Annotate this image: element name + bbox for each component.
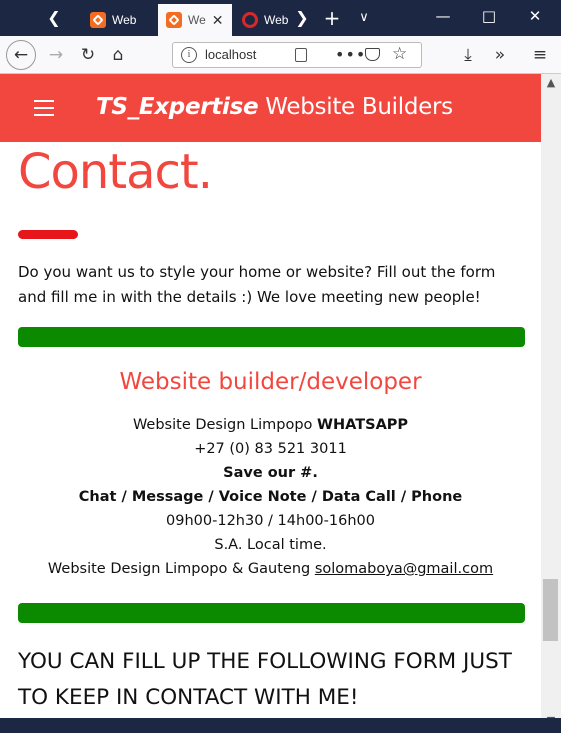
- whatsapp-label: Website Design Limpopo: [132, 417, 318, 433]
- site-favicon-icon: [242, 12, 258, 28]
- title-underline: [18, 230, 78, 239]
- form-heading: YOU CAN FILL UP THE FOLLOWING FORM JUST …: [18, 649, 512, 710]
- page-actions-icon[interactable]: •••: [335, 45, 366, 64]
- tab-label: Web: [264, 13, 289, 27]
- hamburger-menu-icon[interactable]: ≡: [526, 41, 554, 69]
- whatsapp-line: Website Design Limpopo WHATSAPP: [0, 413, 541, 437]
- contact-channels: Chat / Message / Voice Note / Data Call …: [78, 489, 463, 505]
- url-text[interactable]: localhost: [205, 47, 256, 62]
- xampp-favicon-icon: [90, 12, 106, 28]
- site-info-icon[interactable]: i: [181, 47, 197, 63]
- green-divider: [18, 327, 525, 347]
- page-viewport: TS_Expertise Website Builders Contact. D…: [0, 74, 541, 733]
- minimize-icon[interactable]: —: [420, 0, 466, 32]
- green-divider: [18, 603, 525, 623]
- brand-rest: Website Builders: [265, 94, 453, 120]
- page-scrollbar[interactable]: ▲ ▼: [541, 74, 561, 733]
- tab-scroll-right-icon[interactable]: ❯: [290, 6, 314, 30]
- browser-tab-active[interactable]: We ✕: [158, 4, 232, 36]
- window-bottom-edge: [0, 718, 561, 733]
- tab-label: We: [188, 13, 206, 27]
- overflow-menu-icon[interactable]: »: [486, 41, 514, 69]
- whatsapp-strong: WHATSAPP: [317, 417, 409, 433]
- close-tab-icon[interactable]: ✕: [212, 12, 224, 29]
- email-link[interactable]: solomaboya@gmail.com: [315, 561, 493, 577]
- site-menu-icon[interactable]: [34, 100, 54, 118]
- timezone-note: S.A. Local time.: [214, 537, 327, 553]
- region-text: Website Design Limpopo & Gauteng: [47, 561, 311, 577]
- address-bar[interactable]: i localhost ••• ☆: [172, 42, 422, 68]
- scroll-up-icon[interactable]: ▲: [541, 76, 561, 89]
- browser-tab[interactable]: Web: [234, 4, 290, 36]
- scrollbar-thumb[interactable]: [543, 579, 558, 641]
- site-brand[interactable]: TS_Expertise Website Builders: [96, 94, 453, 120]
- navigation-toolbar: ← → ↻ ⌂ i localhost ••• ☆ ⤓ » ≡: [0, 36, 561, 74]
- home-button[interactable]: ⌂: [104, 41, 132, 69]
- new-tab-icon[interactable]: +: [320, 6, 344, 30]
- reload-button[interactable]: ↻: [74, 41, 102, 69]
- page-title: Contact.: [18, 144, 213, 200]
- forward-button[interactable]: →: [42, 41, 70, 69]
- office-hours: 09h00-12h30 / 14h00-16h00: [166, 513, 375, 529]
- save-note: Save our #.: [223, 465, 318, 481]
- tab-label: Web: [112, 13, 137, 27]
- phone-number: +27 (0) 83 521 3011: [194, 441, 347, 457]
- xampp-favicon-icon: [166, 12, 182, 28]
- reader-view-icon[interactable]: [295, 48, 307, 62]
- site-header: TS_Expertise Website Builders: [0, 74, 541, 142]
- brand-italic: TS_Expertise: [96, 94, 259, 120]
- close-window-icon[interactable]: ✕: [512, 0, 558, 32]
- back-button[interactable]: ←: [6, 40, 36, 70]
- browser-tab-bar: ❮ Web We ✕ Web ❯ + ∨ — □ ✕: [0, 0, 561, 36]
- tab-scroll-left-icon[interactable]: ❮: [42, 6, 66, 30]
- bookmark-star-icon[interactable]: ☆: [392, 44, 407, 64]
- downloads-icon[interactable]: ⤓: [454, 41, 482, 69]
- list-tabs-icon[interactable]: ∨: [352, 6, 376, 30]
- region-line: Website Design Limpopo & Gauteng solomab…: [0, 557, 541, 581]
- section-heading: Website builder/developer: [119, 369, 422, 395]
- maximize-icon[interactable]: □: [466, 0, 512, 32]
- pocket-icon[interactable]: [365, 48, 380, 61]
- browser-tab[interactable]: Web: [82, 4, 156, 36]
- intro-text: Do you want us to style your home or web…: [18, 263, 496, 306]
- contact-info: Website Design Limpopo WHATSAPP +27 (0) …: [0, 413, 541, 581]
